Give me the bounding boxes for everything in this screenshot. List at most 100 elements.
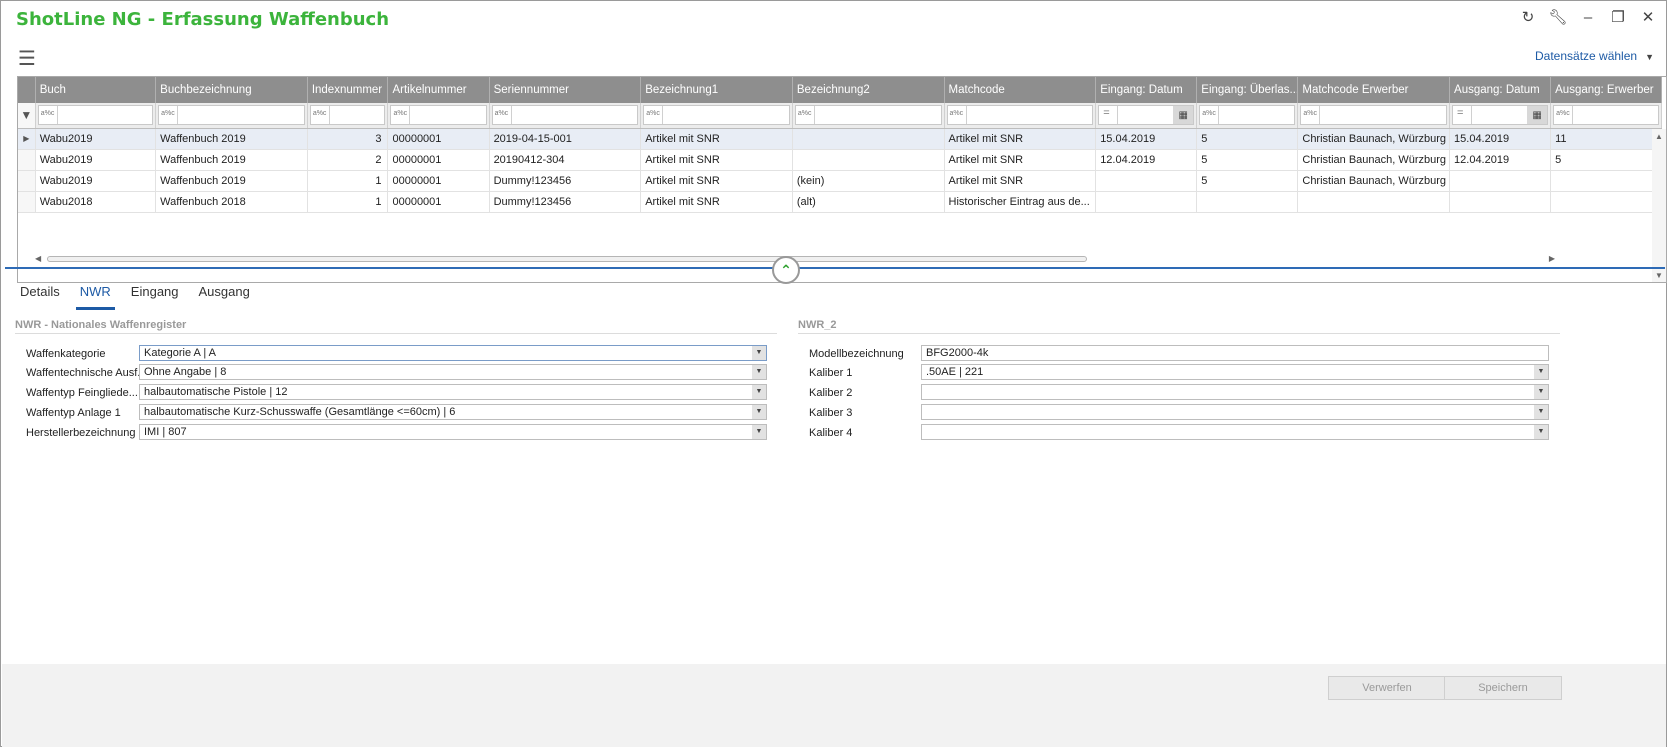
restore-icon[interactable]: ❐	[1608, 7, 1628, 27]
filter-cell[interactable]: a%c	[155, 103, 308, 129]
column-header[interactable]: Matchcode	[944, 77, 1097, 103]
cell-bezeichnung1[interactable]: Artikel mit SNR	[640, 191, 793, 213]
cell-bezeichnung2[interactable]: (kein)	[792, 170, 945, 192]
column-header[interactable]: Bezeichnung2	[792, 77, 945, 103]
cell-indexnummer[interactable]: 1	[307, 170, 389, 192]
kaliber-3-combo[interactable]: ▼	[921, 404, 1549, 420]
cell-seriennummer[interactable]: 20190412-304	[489, 149, 642, 171]
column-header[interactable]: Matchcode Erwerber	[1297, 77, 1451, 103]
waffentyp-feingliederung-combo[interactable]: halbautomatische Pistole | 12 ▼	[139, 384, 767, 400]
table-row[interactable]: Wabu2018 Waffenbuch 2018 1 00000001 Dumm…	[18, 191, 1662, 213]
column-header[interactable]: Eingang: Datum	[1095, 77, 1198, 103]
cell-indexnummer[interactable]: 3	[307, 128, 389, 150]
filter-operator[interactable]: a%c	[950, 110, 964, 117]
cell-buchbezeichnung[interactable]: Waffenbuch 2019	[155, 170, 308, 192]
filter-operator[interactable]: a%c	[393, 110, 407, 117]
cell-buch[interactable]: Wabu2019	[35, 128, 157, 150]
cell-buch[interactable]: Wabu2019	[35, 149, 157, 171]
kaliber-4-combo[interactable]: ▼	[921, 424, 1549, 440]
waffenkategorie-combo[interactable]: Kategorie A | A ▼	[139, 345, 767, 361]
save-button[interactable]: Speichern	[1444, 676, 1562, 700]
cell-indexnummer[interactable]: 1	[307, 191, 389, 213]
grid-vertical-scrollbar[interactable]: ▲ ▼	[1652, 129, 1666, 282]
close-icon[interactable]: ✕	[1638, 7, 1658, 27]
dropdown-arrow-icon[interactable]: ▼	[752, 405, 766, 419]
filter-operator[interactable]: =	[1457, 107, 1463, 119]
cell-buchbezeichnung[interactable]: Waffenbuch 2019	[155, 149, 308, 171]
cell-artikelnummer[interactable]: 00000001	[387, 170, 490, 192]
kaliber-1-combo[interactable]: .50AE | 221 ▼	[921, 364, 1549, 380]
column-header[interactable]: Artikelnummer	[387, 77, 490, 103]
cell-seriennummer[interactable]: Dummy!123456	[489, 170, 642, 192]
cell-eingang-ueberlasser[interactable]: 5	[1196, 149, 1299, 171]
minimize-icon[interactable]: –	[1578, 7, 1598, 27]
filter-operator[interactable]: =	[1103, 107, 1109, 119]
hamburger-menu-icon[interactable]: ☰	[18, 46, 36, 71]
cell-matchcode[interactable]: Historischer Eintrag aus de...	[944, 191, 1097, 213]
filter-operator[interactable]: a%c	[41, 110, 55, 117]
filter-operator[interactable]: a%c	[1303, 110, 1317, 117]
herstellerbezeichnung-combo[interactable]: IMI | 807 ▼	[139, 424, 767, 440]
column-header[interactable]: Eingang: Überlas...	[1196, 77, 1299, 103]
collapse-panel-button[interactable]: ⌃	[772, 256, 800, 284]
tab-nwr[interactable]: NWR	[75, 282, 115, 310]
cell-matchcode[interactable]: Artikel mit SNR	[944, 149, 1097, 171]
scrollbar-thumb[interactable]	[47, 256, 1087, 262]
cell-buchbezeichnung[interactable]: Waffenbuch 2019	[155, 128, 308, 150]
panel-splitter[interactable]	[5, 267, 1665, 269]
filter-cell[interactable]: a%c	[387, 103, 490, 129]
cell-artikelnummer[interactable]: 00000001	[387, 191, 490, 213]
records-select-dropdown[interactable]: Datensätze wählen ▼	[1535, 49, 1654, 63]
table-row[interactable]: Wabu2019 Waffenbuch 2019 1 00000001 Dumm…	[18, 170, 1662, 192]
filter-cell[interactable]: a%c	[640, 103, 793, 129]
modellbezeichnung-input[interactable]: BFG2000-4k	[921, 345, 1549, 361]
filter-operator[interactable]: a%c	[798, 110, 812, 117]
cell-ausgang-datum[interactable]	[1449, 170, 1552, 192]
cell-matchcode-erwerber[interactable]: Christian Baunach, Würzburg	[1297, 149, 1451, 171]
column-header[interactable]: Buch	[35, 77, 157, 103]
cell-bezeichnung1[interactable]: Artikel mit SNR	[640, 170, 793, 192]
dropdown-arrow-icon[interactable]: ▼	[752, 425, 766, 439]
cell-ausgang-erwerber[interactable]	[1550, 170, 1662, 192]
filter-cell[interactable]: a%c	[792, 103, 945, 129]
filter-cell[interactable]: a%c	[35, 103, 157, 129]
scroll-right-icon[interactable]: ▶	[1549, 254, 1555, 263]
tab-eingang[interactable]: Eingang	[127, 282, 183, 310]
tab-ausgang[interactable]: Ausgang	[195, 282, 254, 310]
cell-ausgang-datum[interactable]	[1449, 191, 1552, 213]
dropdown-arrow-icon[interactable]: ▼	[1534, 405, 1548, 419]
dropdown-arrow-icon[interactable]: ▼	[752, 346, 766, 360]
cell-ausgang-erwerber[interactable]: 5	[1550, 149, 1662, 171]
filter-operator[interactable]: a%c	[161, 110, 175, 117]
dropdown-arrow-icon[interactable]: ▼	[1534, 425, 1548, 439]
cell-matchcode[interactable]: Artikel mit SNR	[944, 128, 1097, 150]
cell-seriennummer[interactable]: 2019-04-15-001	[489, 128, 642, 150]
cell-bezeichnung1[interactable]: Artikel mit SNR	[640, 149, 793, 171]
column-header[interactable]: Ausgang: Datum	[1449, 77, 1552, 103]
wrench-icon[interactable]: 🔧︎	[1548, 7, 1568, 27]
cell-ausgang-erwerber[interactable]	[1550, 191, 1662, 213]
scroll-up-icon[interactable]: ▲	[1655, 132, 1663, 141]
column-header[interactable]: Bezeichnung1	[640, 77, 793, 103]
cell-matchcode[interactable]: Artikel mit SNR	[944, 170, 1097, 192]
discard-button[interactable]: Verwerfen	[1328, 676, 1446, 700]
filter-funnel-icon[interactable]: ▼	[18, 103, 36, 129]
kaliber-2-combo[interactable]: ▼	[921, 384, 1549, 400]
cell-artikelnummer[interactable]: 00000001	[387, 149, 490, 171]
filter-cell[interactable]: a%c	[489, 103, 642, 129]
cell-bezeichnung2[interactable]	[792, 149, 945, 171]
scroll-down-icon[interactable]: ▼	[1655, 271, 1663, 280]
cell-bezeichnung2[interactable]	[792, 128, 945, 150]
cell-eingang-datum[interactable]: 15.04.2019	[1095, 128, 1198, 150]
cell-matchcode-erwerber[interactable]: Christian Baunach, Würzburg	[1297, 170, 1451, 192]
table-row[interactable]: Wabu2019 Waffenbuch 2019 2 00000001 2019…	[18, 149, 1662, 171]
dropdown-arrow-icon[interactable]: ▼	[1534, 365, 1548, 379]
cell-artikelnummer[interactable]: 00000001	[387, 128, 490, 150]
cell-buchbezeichnung[interactable]: Waffenbuch 2018	[155, 191, 308, 213]
cell-bezeichnung2[interactable]: (alt)	[792, 191, 945, 213]
cell-ausgang-erwerber[interactable]: 11	[1550, 128, 1662, 150]
dropdown-arrow-icon[interactable]: ▼	[1534, 385, 1548, 399]
cell-eingang-datum[interactable]	[1095, 170, 1198, 192]
cell-eingang-datum[interactable]: 12.04.2019	[1095, 149, 1198, 171]
filter-operator[interactable]: a%c	[495, 110, 509, 117]
